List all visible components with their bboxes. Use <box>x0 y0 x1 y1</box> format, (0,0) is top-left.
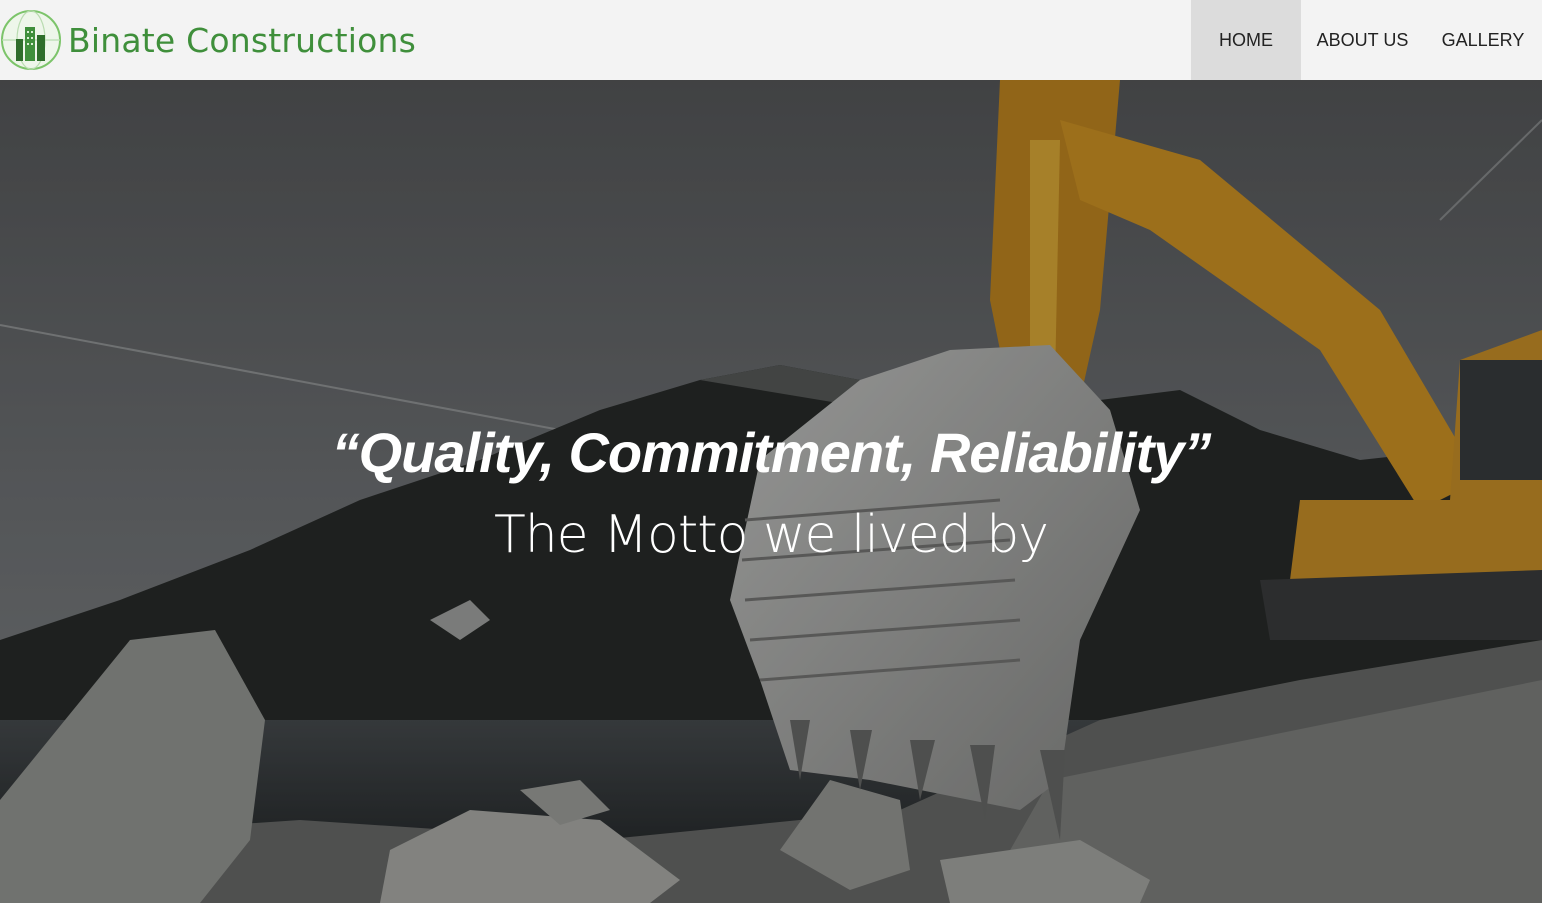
nav-gallery[interactable]: GALLERY <box>1424 0 1542 80</box>
hero-section: “Quality, Commitment, Reliability” The M… <box>0 80 1542 903</box>
brand-name: Binate Constructions <box>68 20 416 60</box>
hero-dark-overlay <box>0 80 1542 903</box>
hero-motto: “Quality, Commitment, Reliability” <box>331 421 1212 484</box>
nav-about-us[interactable]: ABOUT US <box>1301 0 1424 80</box>
brand-link[interactable]: Binate Constructions <box>0 0 416 80</box>
hero-tagline: The Motto we lived by <box>493 505 1049 565</box>
top-navbar: Binate Constructions HOME ABOUT US GALLE… <box>0 0 1542 80</box>
nav-menu: HOME ABOUT US GALLERY <box>1191 0 1542 80</box>
nav-home[interactable]: HOME <box>1191 0 1301 80</box>
building-globe-logo-icon <box>1 10 61 70</box>
